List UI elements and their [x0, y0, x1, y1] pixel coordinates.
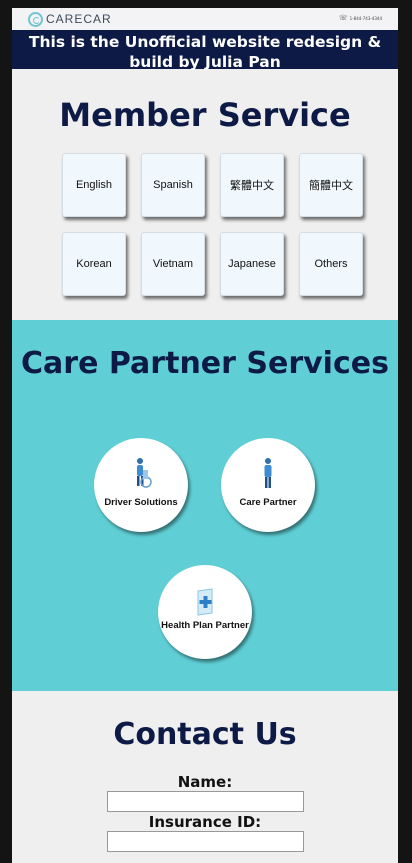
member-service-section: Member Service English Spanish 繁體中文 簡體中文…	[12, 69, 398, 320]
top-nav: CARECAR ☏ 1-844-743-4344	[12, 8, 398, 30]
insurance-id-input[interactable]	[106, 831, 304, 852]
logo-text-car: CAR	[83, 12, 112, 26]
care-partner-label: Care Partner	[239, 497, 297, 508]
member-service-title: Member Service	[59, 96, 351, 134]
language-button-others[interactable]: Others	[299, 232, 363, 296]
language-grid: English Spanish 繁體中文 簡體中文 Korean Vietnam…	[62, 153, 363, 296]
language-button-vietnam[interactable]: Vietnam	[141, 232, 205, 296]
insurance-id-label: Insurance ID:	[148, 813, 262, 831]
language-button-japanese[interactable]: Japanese	[220, 232, 284, 296]
health-plan-icon	[195, 583, 215, 617]
driver-solutions-label: Driver Solutions	[104, 497, 178, 508]
name-label: Name:	[177, 773, 233, 791]
logo-text: CARECAR	[46, 12, 112, 26]
name-input[interactable]	[106, 791, 304, 812]
care-partner-button[interactable]: Care Partner	[221, 438, 315, 532]
language-button-korean[interactable]: Korean	[62, 232, 126, 296]
contact-title: Contact Us	[113, 717, 297, 752]
carecar-logo[interactable]: CARECAR	[28, 11, 112, 27]
logo-mark-icon	[28, 11, 43, 27]
health-plan-partner-label: Health Plan Partner	[161, 620, 249, 631]
phone-link[interactable]: ☏ 1-844-743-4344	[339, 14, 382, 22]
driver-icon	[130, 456, 152, 490]
health-plan-partner-button[interactable]: Health Plan Partner	[158, 565, 252, 659]
phone-icon: ☏	[338, 14, 348, 22]
logo-text-care: CARE	[46, 12, 84, 26]
page: CARECAR ☏ 1-844-743-4344 This is the Uno…	[12, 8, 398, 863]
contact-section: Contact Us Name: Insurance ID:	[12, 691, 398, 852]
driver-solutions-button[interactable]: Driver Solutions	[94, 438, 188, 532]
language-button-simplified-chinese[interactable]: 簡體中文	[299, 153, 363, 217]
language-button-spanish[interactable]: Spanish	[141, 153, 205, 217]
unofficial-banner: This is the Unofficial website redesign …	[12, 30, 398, 71]
phone-number: 1-844-743-4344	[349, 15, 382, 21]
care-partner-icon	[260, 456, 276, 490]
care-partner-section: Care Partner Services Driver Solutions C…	[12, 320, 398, 691]
care-partner-title: Care Partner Services	[21, 346, 389, 381]
language-button-traditional-chinese[interactable]: 繁體中文	[220, 153, 284, 217]
language-button-english[interactable]: English	[62, 153, 126, 217]
